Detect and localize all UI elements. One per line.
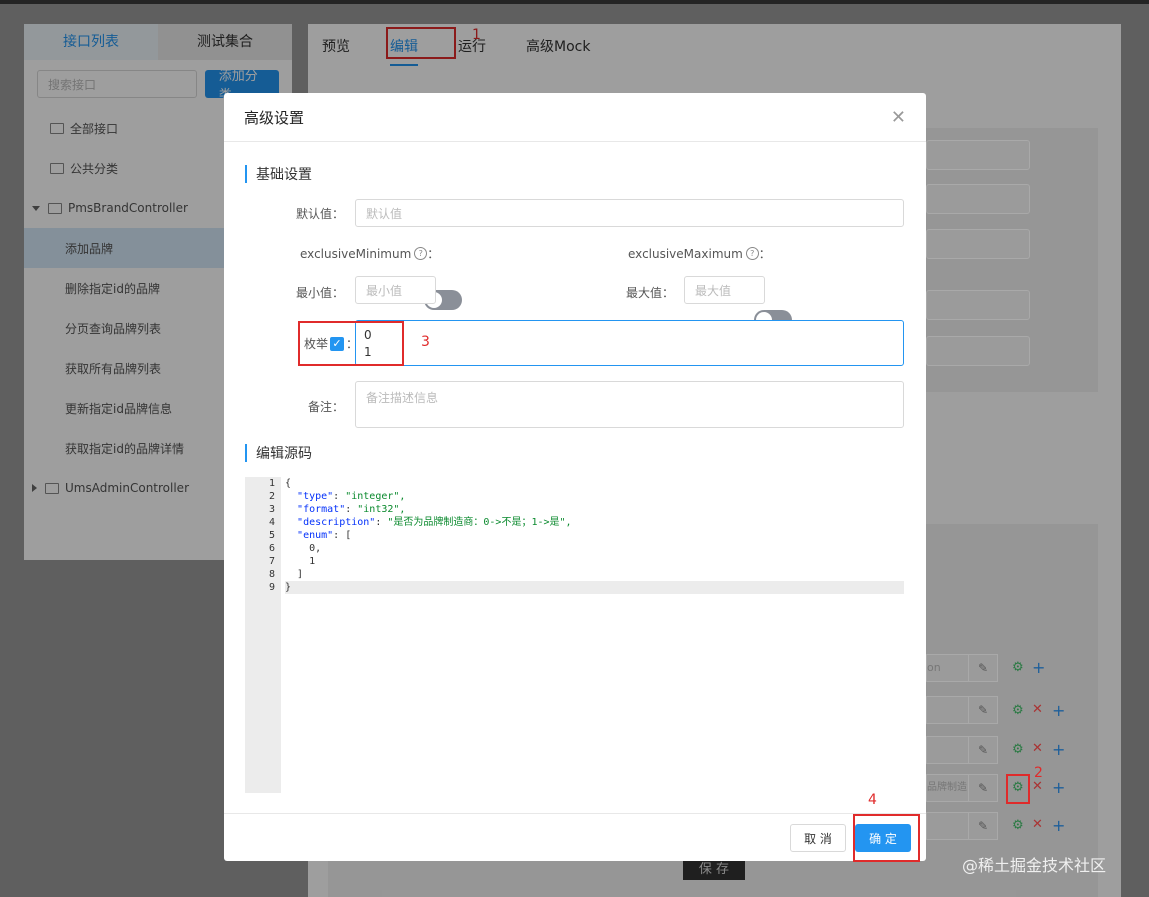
annotation-box-ok <box>853 814 920 862</box>
enum-textarea[interactable]: 0 1 <box>355 320 904 366</box>
add-icon[interactable]: + <box>1052 740 1065 759</box>
cancel-button[interactable]: 取 消 <box>790 824 846 852</box>
section-basic-settings: 基础设置 <box>245 164 312 184</box>
code-value: [ <box>345 530 352 541</box>
settings-gear-icon[interactable]: ⚙ <box>1012 818 1024 833</box>
code-value: "int32", <box>357 504 406 515</box>
exclusive-min-label-row: exclusiveMinimum ? ： <box>300 245 439 262</box>
min-label: 最小值： <box>295 286 344 300</box>
delete-icon[interactable]: ✕ <box>1032 741 1043 756</box>
code-key: "format" <box>297 504 346 515</box>
code-line: ] <box>285 569 304 580</box>
remark-label: 备注： <box>307 400 344 414</box>
edit-icon[interactable]: ✎ <box>968 654 998 682</box>
delete-icon[interactable]: ✕ <box>1032 817 1043 832</box>
bg-select <box>926 336 1030 366</box>
max-label: 最大值： <box>625 286 674 300</box>
line-number: 8 <box>268 569 275 580</box>
line-number: 5 <box>268 530 275 541</box>
section-basic-title: 基础设置 <box>256 167 312 183</box>
delete-icon[interactable]: ✕ <box>1032 702 1043 717</box>
add-icon[interactable]: + <box>1052 778 1065 797</box>
watermark: @稀土掘金技术社区 <box>962 856 1107 875</box>
code-line: } <box>285 581 904 594</box>
settings-gear-icon[interactable]: ⚙ <box>1012 660 1024 675</box>
code-value: "integer", <box>345 491 406 502</box>
annotation-number-2: 2 <box>1034 765 1043 781</box>
code-line: "format": "int32", <box>297 504 406 515</box>
editor-gutter: 1 2 3 4 5 6 7 8 9 <box>245 477 281 793</box>
annotation-box-gear <box>1006 774 1030 804</box>
section-source-title: 编辑源码 <box>256 446 312 462</box>
bg-param-field: 品牌制造 <box>926 774 970 802</box>
add-icon[interactable]: + <box>1052 816 1065 835</box>
modal-title: 高级设置 <box>244 108 305 127</box>
exclusive-max-label: exclusiveMaximum <box>628 246 743 261</box>
exclusive-min-label: exclusiveMinimum <box>300 246 412 261</box>
code-line: 1 <box>285 556 316 567</box>
help-icon[interactable]: ? <box>414 247 428 260</box>
bg-param-field <box>926 812 970 840</box>
colon: ： <box>427 247 440 261</box>
edit-icon[interactable]: ✎ <box>968 736 998 764</box>
annotation-number-4: 4 <box>868 792 877 808</box>
code-line: 0, <box>285 543 322 554</box>
bg-field <box>926 140 1030 170</box>
code-editor[interactable]: 1 2 3 4 5 6 7 8 9 { "type": "integer", "… <box>245 477 904 793</box>
code-line: "type": "integer", <box>297 491 406 502</box>
settings-gear-icon[interactable]: ⚙ <box>1012 742 1024 757</box>
close-icon[interactable]: ✕ <box>891 107 906 128</box>
code-key: "type" <box>297 491 334 502</box>
settings-gear-icon[interactable]: ⚙ <box>1012 703 1024 718</box>
bg-param-field <box>926 736 970 764</box>
annotation-box-enum <box>298 321 404 366</box>
edit-icon[interactable]: ✎ <box>968 774 998 802</box>
line-number: 9 <box>268 582 275 593</box>
modal-header: 高级设置 ✕ <box>224 93 926 142</box>
edit-icon[interactable]: ✎ <box>968 812 998 840</box>
section-edit-source: 编辑源码 <box>245 443 312 463</box>
annotation-number-3: 3 <box>421 334 430 350</box>
code-key: "enum" <box>297 530 334 541</box>
line-number: 7 <box>268 556 275 567</box>
exclusive-max-label-row: exclusiveMaximum ? ： <box>628 245 771 262</box>
line-number: 1 <box>268 478 275 489</box>
add-icon[interactable]: + <box>1032 658 1045 677</box>
delete-icon[interactable]: ✕ <box>1032 779 1043 794</box>
colon: ： <box>758 247 771 261</box>
section-bar <box>245 165 247 183</box>
modal-footer: 取 消 确 定 <box>224 813 926 862</box>
max-value-input[interactable]: 最大值 <box>684 276 765 304</box>
bg-select <box>926 184 1030 214</box>
section-bar <box>245 444 247 462</box>
add-icon[interactable]: + <box>1052 701 1065 720</box>
bg-field <box>926 290 1030 320</box>
code-key: "description" <box>297 517 376 528</box>
code-line: "enum": [ <box>297 530 352 541</box>
code-line: "description": "是否为品牌制造商：0->不是；1->是", <box>297 517 572 528</box>
code-line: { <box>285 478 292 489</box>
remark-textarea[interactable]: 备注描述信息 <box>355 381 904 428</box>
default-label: 默认值： <box>295 207 344 221</box>
code-value: "是否为品牌制造商：0->不是；1->是", <box>387 517 572 528</box>
line-number: 2 <box>268 491 275 502</box>
help-icon[interactable]: ? <box>745 247 759 260</box>
line-number: 4 <box>268 517 275 528</box>
advanced-settings-modal: 高级设置 ✕ 基础设置 默认值： 默认值 exclusiveMinimum ? … <box>224 93 926 861</box>
bg-field <box>926 229 1030 259</box>
default-value-input[interactable]: 默认值 <box>355 199 904 227</box>
edit-icon[interactable]: ✎ <box>968 696 998 724</box>
editor-content: { "type": "integer", "format": "int32", … <box>285 477 904 594</box>
bg-param-field <box>926 696 970 724</box>
min-value-input[interactable]: 最小值 <box>355 276 436 304</box>
bg-param-field: on <box>926 654 970 682</box>
line-number: 3 <box>268 504 275 515</box>
line-number: 6 <box>268 543 275 554</box>
